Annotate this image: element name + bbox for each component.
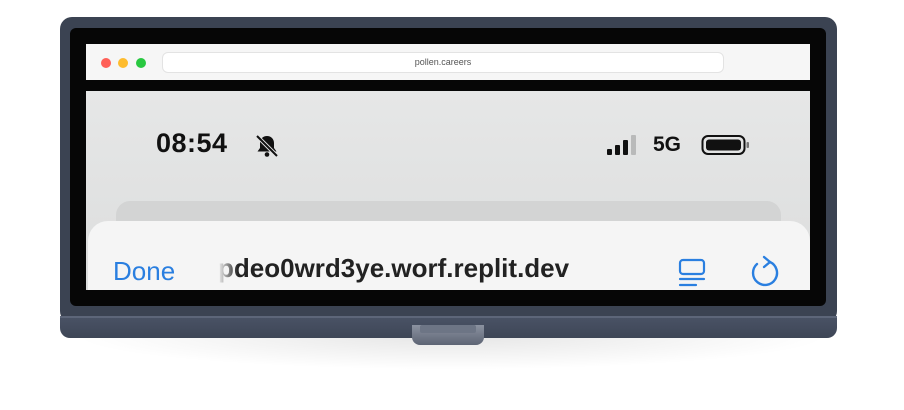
browser-toolbar: pollen.careers bbox=[86, 44, 810, 80]
toolbar-divider bbox=[86, 80, 810, 91]
done-button[interactable]: Done bbox=[113, 256, 175, 287]
reader-icon[interactable] bbox=[676, 257, 708, 289]
reload-icon[interactable] bbox=[748, 254, 782, 288]
bell-slash-icon bbox=[255, 134, 279, 158]
battery-icon bbox=[701, 135, 749, 155]
laptop-hinge-line bbox=[60, 316, 837, 318]
phone-screen: 08:54 5G Done pdeo0wrd3ye.worf.replit.de… bbox=[86, 91, 810, 290]
minimize-window-button[interactable] bbox=[118, 58, 128, 68]
url-fade-overlay bbox=[218, 253, 238, 287]
sheet-url[interactable]: pdeo0wrd3ye.worf.replit.dev bbox=[218, 253, 638, 287]
signal-icon bbox=[607, 135, 636, 155]
laptop-notch-inner bbox=[420, 325, 476, 333]
browser-window: pollen.careers 08:54 5G Done pdeo0wrd3ye… bbox=[86, 44, 810, 290]
address-bar[interactable]: pollen.careers bbox=[162, 52, 724, 73]
browser-sheet: Done pdeo0wrd3ye.worf.replit.dev bbox=[88, 221, 810, 290]
status-time: 08:54 bbox=[156, 128, 228, 158]
close-window-button[interactable] bbox=[101, 58, 111, 68]
maximize-window-button[interactable] bbox=[136, 58, 146, 68]
network-type: 5G bbox=[653, 133, 682, 156]
sheet-url-text: pdeo0wrd3ye.worf.replit.dev bbox=[218, 253, 570, 283]
